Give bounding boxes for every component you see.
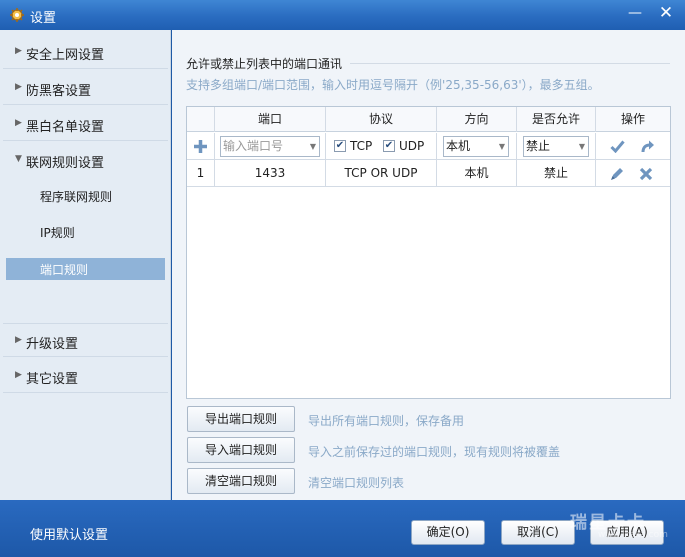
allow-select-cell: 禁止 ▼ xyxy=(517,133,596,160)
tcp-checkbox[interactable]: ✔ xyxy=(334,140,346,152)
udp-checkbox[interactable]: ✔ xyxy=(383,140,395,152)
udp-label: UDP xyxy=(399,139,425,153)
port-rules-table: 端口 协议 方向 是否允许 操作 输入端口号 ▼ ✔ TCP ✔ UDP 本机 … xyxy=(186,106,671,399)
add-icon[interactable] xyxy=(193,139,208,154)
section-hint: 支持多组端口/端口范围，输入时用逗号隔开（例'25,35-56,63'），最多五… xyxy=(186,78,600,92)
title-bar: 设置 — ✕ xyxy=(0,0,685,30)
sidebar-item-label: 防黑客设置 xyxy=(26,84,92,99)
ok-button[interactable]: 确定(O) xyxy=(411,520,485,545)
table-row[interactable]: 1 1433 TCP OR UDP 本机 禁止 xyxy=(187,160,670,187)
direction-select[interactable]: 本机 ▼ xyxy=(443,136,509,157)
row-actions xyxy=(596,160,670,187)
direction-select-cell: 本机 ▼ xyxy=(437,133,517,160)
content-panel: 允许或禁止列表中的端口通讯 支持多组端口/端口范围，输入时用逗号隔开（例'25,… xyxy=(172,30,685,500)
sidebar-subitem-port-rules[interactable]: 端口规则 xyxy=(6,258,165,280)
chevron-right-icon: ▶ xyxy=(15,46,22,56)
table-header: 端口 协议 方向 是否允许 操作 xyxy=(187,107,670,132)
table-header-protocol: 协议 xyxy=(326,107,437,132)
chevron-right-icon: ▶ xyxy=(15,118,22,128)
port-input-cell: 输入端口号 ▼ xyxy=(215,133,326,160)
sidebar-item-black-white-list[interactable]: ▶ 黑白名单设置 xyxy=(3,107,168,141)
import-rules-hint: 导入之前保存过的端口规则，现有规则将被覆盖 xyxy=(308,445,561,459)
allow-select-value: 禁止 xyxy=(526,139,551,153)
minimize-button[interactable]: — xyxy=(622,3,648,23)
footer-bar: 使用默认设置 确定(O) 取消(C) 应用(A) 瑞星卡卡 www.ikaka.… xyxy=(0,500,685,557)
sidebar-subitem-label: 端口规则 xyxy=(40,263,89,277)
table-header-direction: 方向 xyxy=(437,107,517,132)
window-title: 设置 xyxy=(30,11,57,26)
sidebar-item-network-rules[interactable]: ▼ 联网规则设置 xyxy=(3,143,168,177)
row-port: 1433 xyxy=(215,160,326,187)
table-header-actions: 操作 xyxy=(620,112,645,126)
table-header-port: 端口 xyxy=(215,107,326,132)
direction-select-value: 本机 xyxy=(446,139,471,153)
chevron-down-icon: ▼ xyxy=(309,142,316,151)
sidebar-item-other[interactable]: ▶ 其它设置 xyxy=(3,359,168,393)
sidebar-subitem-label: IP规则 xyxy=(40,226,75,240)
chevron-down-icon: ▼ xyxy=(15,154,22,164)
add-cell xyxy=(187,133,215,160)
sidebar-subitem-program-rules[interactable]: 程序联网规则 xyxy=(6,185,165,207)
chevron-right-icon: ▶ xyxy=(15,82,22,92)
sidebar-item-upgrade[interactable]: ▶ 升级设置 xyxy=(3,323,168,357)
confirm-check-icon[interactable] xyxy=(610,140,625,153)
port-input[interactable]: 输入端口号 ▼ xyxy=(220,136,320,157)
allow-select[interactable]: 禁止 ▼ xyxy=(523,136,589,157)
row-protocol: TCP OR UDP xyxy=(326,160,437,187)
sidebar-item-anti-hacker[interactable]: ▶ 防黑客设置 xyxy=(3,71,168,105)
sidebar-item-label: 黑白名单设置 xyxy=(26,120,105,135)
export-rules-button[interactable]: 导出端口规则 xyxy=(187,406,295,432)
watermark-url: www.ikaka.com xyxy=(598,530,668,540)
input-actions-cell xyxy=(596,133,670,160)
clear-rules-button[interactable]: 清空端口规则 xyxy=(187,468,295,494)
section-divider xyxy=(350,63,670,64)
row-index: 1 xyxy=(187,160,215,187)
row-direction: 本机 xyxy=(437,160,517,187)
use-default-settings-link[interactable]: 使用默认设置 xyxy=(30,524,108,543)
chevron-right-icon: ▶ xyxy=(15,335,22,345)
gear-icon xyxy=(10,8,24,22)
sidebar-subitem-ip-rules[interactable]: IP规则 xyxy=(6,221,165,243)
table-input-row: 输入端口号 ▼ ✔ TCP ✔ UDP 本机 ▼ 禁止 ▼ xyxy=(187,133,670,160)
sidebar-subitem-label: 程序联网规则 xyxy=(40,190,113,204)
cancel-button[interactable]: 取消(C) xyxy=(501,520,575,545)
import-rules-button[interactable]: 导入端口规则 xyxy=(187,437,295,463)
redo-arrow-icon[interactable] xyxy=(640,139,655,154)
export-rules-hint: 导出所有端口规则，保存备用 xyxy=(308,414,465,428)
sidebar-item-label: 联网规则设置 xyxy=(26,156,105,171)
table-header-allow: 是否允许 xyxy=(517,107,596,132)
chevron-down-icon: ▼ xyxy=(498,142,505,151)
sidebar: ▶ 安全上网设置 ▶ 防黑客设置 ▶ 黑白名单设置 ▼ 联网规则设置 程序联网规… xyxy=(0,30,171,500)
chevron-down-icon: ▼ xyxy=(578,142,585,151)
tcp-label: TCP xyxy=(350,139,373,153)
sidebar-item-label: 安全上网设置 xyxy=(26,48,105,63)
sidebar-item-label: 升级设置 xyxy=(26,337,79,352)
clear-rules-hint: 清空端口规则列表 xyxy=(308,476,405,490)
sidebar-item-safe-browsing[interactable]: ▶ 安全上网设置 xyxy=(3,35,168,69)
protocol-input-cell: ✔ TCP ✔ UDP xyxy=(326,133,437,160)
close-button[interactable]: ✕ xyxy=(653,3,679,23)
edit-pencil-icon[interactable] xyxy=(609,166,625,182)
section-title: 允许或禁止列表中的端口通讯 xyxy=(186,57,343,71)
delete-x-icon[interactable] xyxy=(639,167,653,181)
chevron-right-icon: ▶ xyxy=(15,370,22,380)
port-input-placeholder: 输入端口号 xyxy=(223,139,284,153)
table-header-index xyxy=(187,107,215,132)
sidebar-item-label: 其它设置 xyxy=(26,372,79,387)
row-allow: 禁止 xyxy=(517,160,596,187)
